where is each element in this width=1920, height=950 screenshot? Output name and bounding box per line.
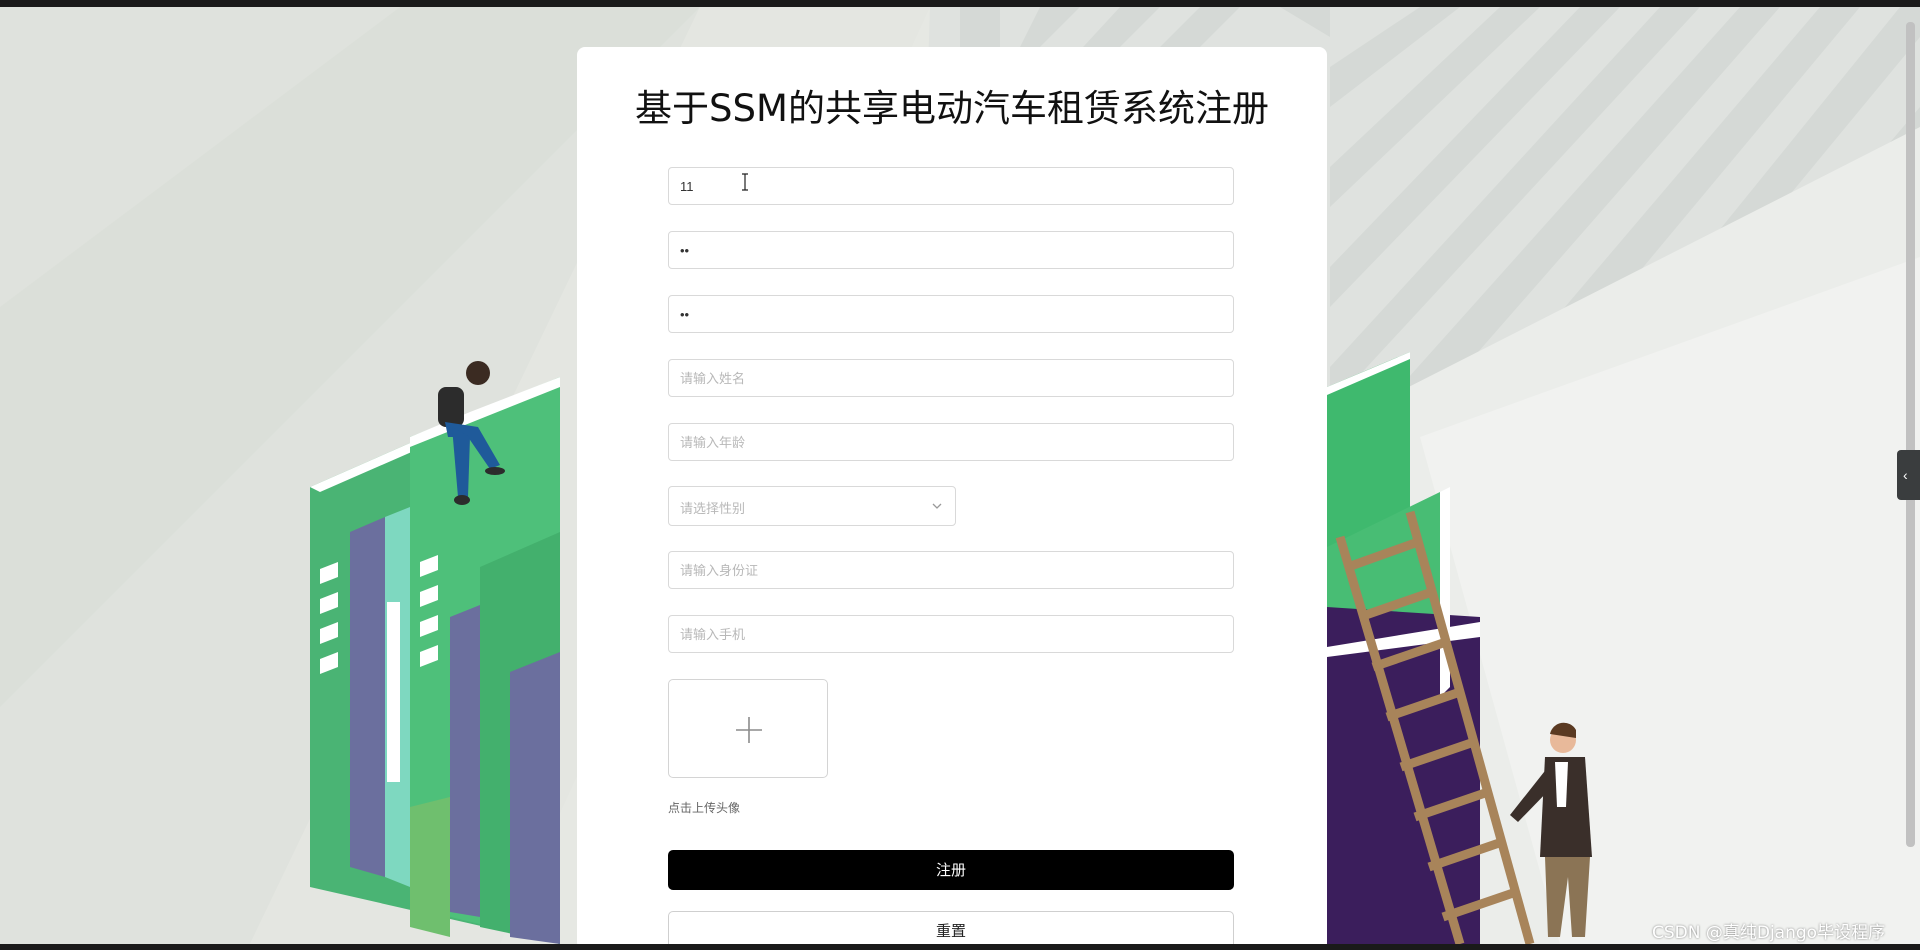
chevron-down-icon (932, 503, 942, 509)
plus-icon (736, 717, 762, 743)
password-input[interactable] (668, 231, 1234, 269)
chevron-left-icon: ‹ (1903, 467, 1908, 483)
gender-select-placeholder: 请选择性别 (680, 501, 746, 516)
page-title: 基于SSM的共享电动汽车租赁系统注册 (635, 87, 1269, 130)
register-button[interactable]: 注册 (668, 850, 1234, 890)
register-card: 基于SSM的共享电动汽车租赁系统注册 请选择性别 点击上传头像 注册 重置 (577, 47, 1327, 950)
name-input[interactable] (668, 359, 1234, 397)
confirm-password-input[interactable] (668, 295, 1234, 333)
side-panel-toggle[interactable]: ‹ (1897, 450, 1920, 500)
top-black-bar (0, 0, 1920, 7)
scrollbar-thumb[interactable] (1906, 22, 1915, 847)
avatar-upload-hint: 点击上传头像 (668, 801, 741, 815)
id-card-input[interactable] (668, 551, 1234, 589)
bottom-black-bar (0, 944, 1920, 950)
avatar-upload[interactable] (668, 679, 828, 778)
text-cursor-icon (742, 173, 748, 191)
gender-select[interactable]: 请选择性别 (668, 486, 956, 526)
phone-input[interactable] (668, 615, 1234, 653)
watermark: CSDN @真纯Django毕设程序 (1652, 923, 1886, 943)
age-input[interactable] (668, 423, 1234, 461)
account-input[interactable] (668, 167, 1234, 205)
